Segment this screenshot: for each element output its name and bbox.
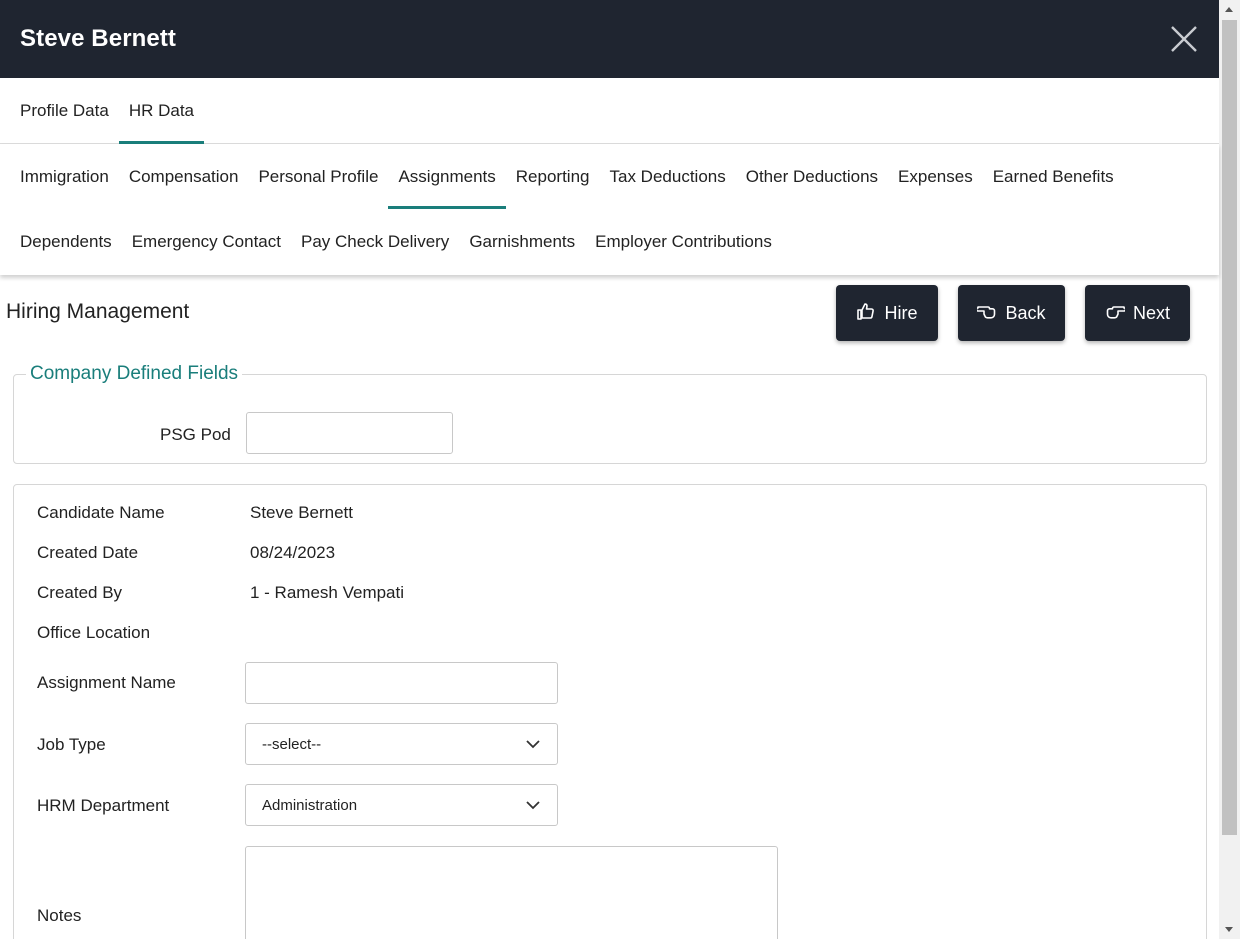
notes-label: Notes: [37, 906, 82, 925]
hire-label: Hire: [884, 302, 918, 323]
hand-point-right-icon: [1105, 301, 1127, 326]
tab-personal-profile[interactable]: Personal Profile: [248, 144, 388, 209]
chevron-down-icon: [525, 736, 541, 753]
scroll-up-icon[interactable]: [1225, 7, 1233, 12]
section-title: Hiring Management: [6, 300, 190, 323]
tab-dependents[interactable]: Dependents: [10, 209, 122, 274]
next-label: Next: [1132, 302, 1170, 323]
tab-compensation[interactable]: Compensation: [119, 144, 249, 209]
psg-pod-label: PSG Pod: [160, 425, 231, 444]
tab-earned-benefits[interactable]: Earned Benefits: [983, 144, 1124, 209]
scroll-down-icon[interactable]: [1225, 927, 1233, 932]
thumbs-up-icon: [856, 301, 876, 326]
job-type-value: --select--: [262, 735, 322, 753]
psg-pod-input[interactable]: [246, 412, 453, 454]
chevron-down-icon: [525, 797, 541, 814]
tab-hr-data[interactable]: HR Data: [118, 78, 205, 144]
candidate-name-value: Steve Bernett: [250, 503, 354, 522]
back-label: Back: [1005, 302, 1046, 323]
created-date-value: 08/24/2023: [250, 543, 336, 562]
hrm-department-value: Administration: [262, 796, 358, 814]
notes-textarea[interactable]: [245, 846, 778, 939]
primary-tabs: Profile Data HR Data: [0, 78, 1219, 144]
secondary-tabs: Immigration Compensation Personal Profil…: [0, 144, 1219, 275]
tab-immigration[interactable]: Immigration: [10, 144, 119, 209]
tab-tax-deductions[interactable]: Tax Deductions: [600, 144, 736, 209]
assignment-name-label: Assignment Name: [37, 673, 176, 692]
tab-reporting[interactable]: Reporting: [506, 144, 600, 209]
created-by-value: 1 - Ramesh Vempati: [250, 583, 405, 602]
created-date-label: Created Date: [37, 543, 139, 562]
tab-employer-contributions[interactable]: Employer Contributions: [585, 209, 782, 274]
office-location-label: Office Location: [37, 623, 151, 642]
job-type-label: Job Type: [37, 735, 106, 754]
hand-point-left-icon: [976, 301, 997, 326]
scrollbar-thumb[interactable]: [1222, 20, 1237, 835]
tab-garnishments[interactable]: Garnishments: [459, 209, 585, 274]
company-defined-fields-legend: Company Defined Fields: [30, 363, 239, 384]
hrm-department-select[interactable]: Administration: [245, 784, 558, 826]
back-button[interactable]: Back: [958, 285, 1065, 341]
tab-other-deductions[interactable]: Other Deductions: [736, 144, 888, 209]
tab-pay-check-delivery[interactable]: Pay Check Delivery: [291, 209, 459, 274]
tab-expenses[interactable]: Expenses: [888, 144, 983, 209]
vertical-scrollbar[interactable]: [1219, 0, 1240, 939]
close-icon[interactable]: [1169, 24, 1199, 54]
hire-button[interactable]: Hire: [836, 285, 938, 341]
assignment-details-panel: Candidate Name Steve Bernett Created Dat…: [13, 484, 1207, 939]
assignment-name-input[interactable]: [245, 662, 558, 704]
next-button[interactable]: Next: [1085, 285, 1190, 341]
hrm-department-label: HRM Department: [37, 796, 170, 815]
modal-header: Steve Bernett: [0, 0, 1219, 78]
tab-emergency-contact[interactable]: Emergency Contact: [122, 209, 291, 274]
modal-title: Steve Bernett: [20, 25, 177, 52]
created-by-label: Created By: [37, 583, 123, 602]
tab-assignments[interactable]: Assignments: [388, 144, 507, 209]
company-defined-fields: Company Defined Fields PSG Pod: [13, 363, 1207, 464]
candidate-name-label: Candidate Name: [37, 503, 165, 522]
job-type-select[interactable]: --select--: [245, 723, 558, 765]
tab-profile-data[interactable]: Profile Data: [10, 78, 119, 143]
